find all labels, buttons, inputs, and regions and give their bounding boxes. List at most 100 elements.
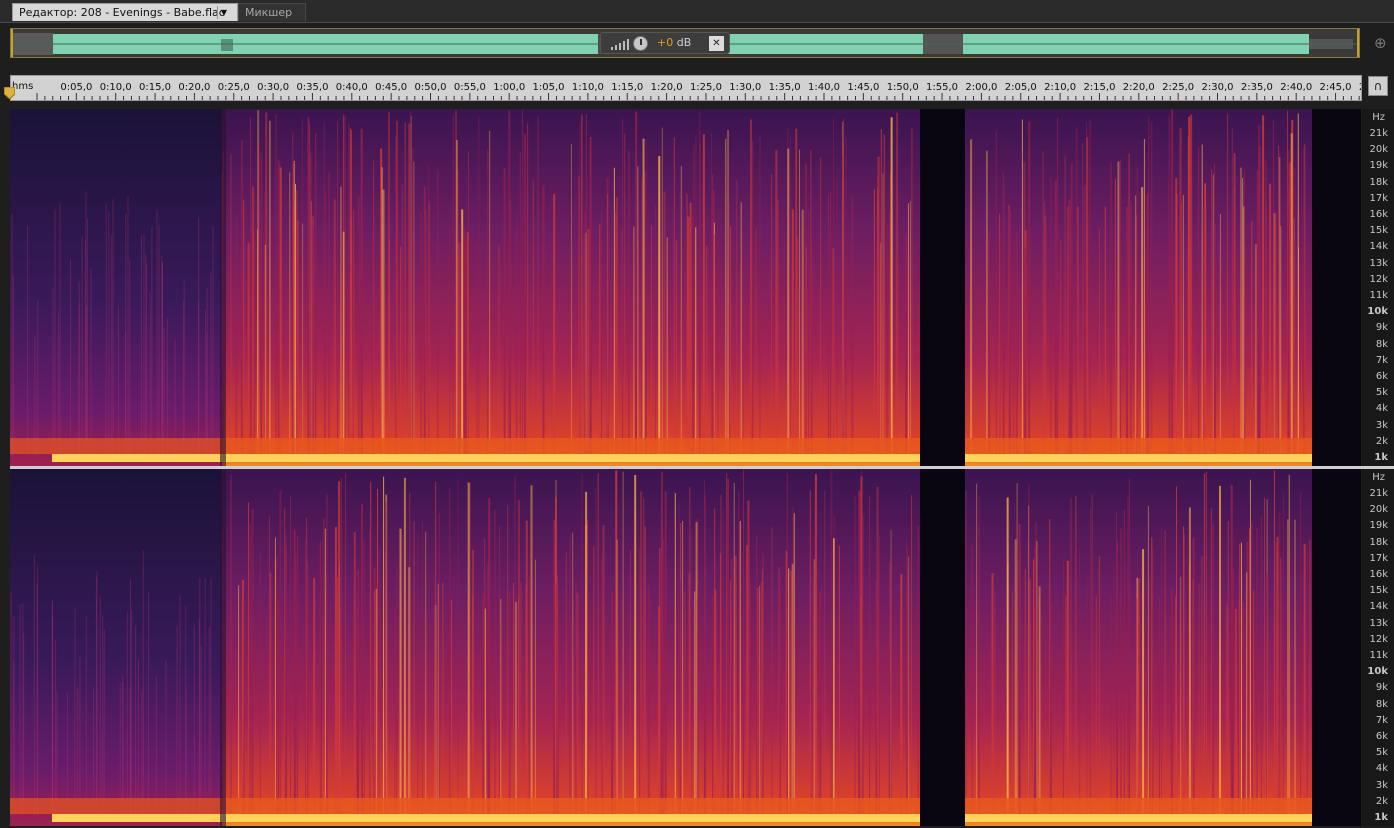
freq-label: 3k bbox=[1375, 419, 1388, 431]
gain-readout[interactable]: +0 dB bbox=[657, 35, 691, 51]
freq-label: 7k bbox=[1375, 714, 1388, 726]
freq-label: 7k bbox=[1375, 354, 1388, 366]
ruler-label: 0:05,0 bbox=[60, 82, 92, 93]
volume-knob[interactable] bbox=[633, 36, 648, 51]
tab-bar: Редактор: 208 - Evenings - Babe.flac ▼ ×… bbox=[0, 0, 1394, 23]
ruler-label: 1:00,0 bbox=[493, 82, 525, 93]
freq-label: 12k bbox=[1369, 273, 1388, 285]
freq-label: 14k bbox=[1369, 601, 1388, 613]
ruler-label: 0:45,0 bbox=[375, 82, 407, 93]
ruler-label: 1:10,0 bbox=[572, 82, 604, 93]
time-ruler[interactable]: hms 0:05,0 0:10,0 0:15,0 0:20,0 0:25,0 0:30,0… bbox=[10, 75, 1362, 101]
freq-label: 13k bbox=[1369, 257, 1388, 269]
spectrogram-channel-right[interactable] bbox=[10, 469, 1361, 826]
gain-value: +0 bbox=[657, 36, 674, 49]
freq-label: 21k bbox=[1369, 128, 1388, 139]
freq-label: 5k bbox=[1375, 387, 1388, 399]
ruler-label: 0:40,0 bbox=[336, 82, 368, 93]
freq-label: 16k bbox=[1369, 209, 1388, 220]
spectrogram-right-graphic bbox=[10, 469, 1361, 826]
ruler-label: 2:05,0 bbox=[1005, 82, 1037, 93]
ruler-label: 1:35,0 bbox=[769, 82, 801, 93]
freq-label: 21k bbox=[1369, 488, 1388, 499]
ruler-label: 1:15,0 bbox=[611, 82, 643, 93]
ruler-label: 1:25,0 bbox=[690, 82, 722, 93]
headphones-icon[interactable]: ∩ bbox=[1368, 76, 1388, 96]
chevron-down-icon[interactable]: ▼ bbox=[217, 6, 230, 19]
freq-unit-label: Hz bbox=[1372, 472, 1385, 483]
freq-label: 6k bbox=[1375, 731, 1388, 742]
freq-label: 15k bbox=[1369, 585, 1388, 597]
ruler-label: 0:55,0 bbox=[454, 82, 486, 93]
ruler-label: 0:35,0 bbox=[296, 82, 328, 93]
playhead-marker[interactable] bbox=[4, 87, 15, 99]
freq-label: 19k bbox=[1369, 520, 1388, 532]
freq-label: 15k bbox=[1369, 225, 1388, 237]
ruler-label: 2:35,0 bbox=[1241, 82, 1273, 93]
freq-unit-label: Hz bbox=[1372, 112, 1385, 123]
gain-unit: dB bbox=[676, 36, 692, 49]
ruler-label: 0:50,0 bbox=[415, 82, 447, 93]
ruler-label: 2:25,0 bbox=[1162, 82, 1194, 93]
ruler-label: 1:20,0 bbox=[651, 82, 683, 93]
freq-label: 8k bbox=[1375, 338, 1388, 350]
freq-label: 10k bbox=[1367, 306, 1388, 318]
freq-label: 1k bbox=[1374, 452, 1388, 463]
freq-label: 10k bbox=[1367, 666, 1388, 678]
freq-label: 17k bbox=[1369, 192, 1388, 204]
spectrogram-channel-left[interactable] bbox=[10, 109, 1361, 466]
freq-label: 1k bbox=[1374, 812, 1388, 823]
tab-mixer[interactable]: Микшер bbox=[238, 3, 306, 21]
ruler-label: 1:30,0 bbox=[729, 82, 761, 93]
hud-volume: +0 dB ✕ bbox=[600, 32, 730, 54]
level-meter-icon bbox=[611, 39, 629, 50]
freq-label: 5k bbox=[1375, 747, 1388, 759]
zoom-navigator-icon[interactable]: ⊕ bbox=[1374, 34, 1387, 52]
freq-label: 17k bbox=[1369, 552, 1388, 564]
ruler-label: 2:40,0 bbox=[1280, 82, 1312, 93]
frequency-scale-right: Hz 21k 20k 19k 18k 17k 16k 15k 14k 13k 12k 11k 10k 9… bbox=[1362, 469, 1394, 826]
ruler-label: 2:10,0 bbox=[1044, 82, 1076, 93]
freq-label: 18k bbox=[1369, 176, 1388, 188]
freq-label: 13k bbox=[1369, 617, 1388, 629]
freq-label: 9k bbox=[1375, 682, 1388, 694]
freq-label: 2k bbox=[1375, 435, 1388, 447]
ruler-label: 1:45,0 bbox=[847, 82, 879, 93]
ruler-label: 1:50,0 bbox=[887, 82, 919, 93]
spectrogram-left-graphic bbox=[10, 109, 1361, 466]
ruler-label: 2:50,0 bbox=[1359, 82, 1362, 93]
ruler-label: 2:30,0 bbox=[1202, 82, 1234, 93]
ruler-label: 1:05,0 bbox=[533, 82, 565, 93]
freq-label: 2k bbox=[1375, 795, 1388, 807]
tab-editor[interactable]: Редактор: 208 - Evenings - Babe.flac ▼ × bbox=[12, 3, 251, 21]
freq-label: 8k bbox=[1375, 698, 1388, 710]
ruler-label: 2:00,0 bbox=[965, 82, 997, 93]
ruler-label: 1:40,0 bbox=[808, 82, 840, 93]
freq-label: 18k bbox=[1369, 536, 1388, 548]
freq-label: 4k bbox=[1375, 763, 1388, 775]
ruler-label: 2:45,0 bbox=[1320, 82, 1352, 93]
freq-label: 20k bbox=[1369, 504, 1388, 516]
freq-label: 9k bbox=[1375, 322, 1388, 334]
freq-label: 12k bbox=[1369, 633, 1388, 645]
tab-editor-label: Редактор: 208 - Evenings - Babe.flac bbox=[19, 6, 225, 19]
ruler-label: 0:25,0 bbox=[218, 82, 250, 93]
frequency-scale-left: Hz 21k 20k 19k 18k 17k 16k 15k 14k 13k 12k 11k 10k 9… bbox=[1362, 109, 1394, 466]
freq-label: 4k bbox=[1375, 403, 1388, 415]
ruler-label: 0:10,0 bbox=[100, 82, 132, 93]
freq-label: 3k bbox=[1375, 779, 1388, 791]
ruler-ticks: 0:05,0 0:10,0 0:15,0 0:20,0 0:25,0 0:30,0 0:35… bbox=[36, 82, 1362, 100]
freq-label: 6k bbox=[1375, 371, 1388, 382]
tab-mixer-label: Микшер bbox=[245, 6, 293, 19]
freq-label: 19k bbox=[1369, 160, 1388, 172]
ruler-label: 2:15,0 bbox=[1083, 82, 1115, 93]
ruler-label: 1:55,0 bbox=[926, 82, 958, 93]
ruler-label: 0:30,0 bbox=[257, 82, 289, 93]
freq-label: 11k bbox=[1369, 650, 1388, 661]
ruler-label: 0:15,0 bbox=[139, 82, 171, 93]
freq-label: 20k bbox=[1369, 144, 1388, 156]
pin-icon[interactable]: ✕ bbox=[709, 36, 724, 51]
freq-label: 16k bbox=[1369, 569, 1388, 580]
freq-label: 11k bbox=[1369, 290, 1388, 301]
ruler-label: 2:20,0 bbox=[1123, 82, 1155, 93]
